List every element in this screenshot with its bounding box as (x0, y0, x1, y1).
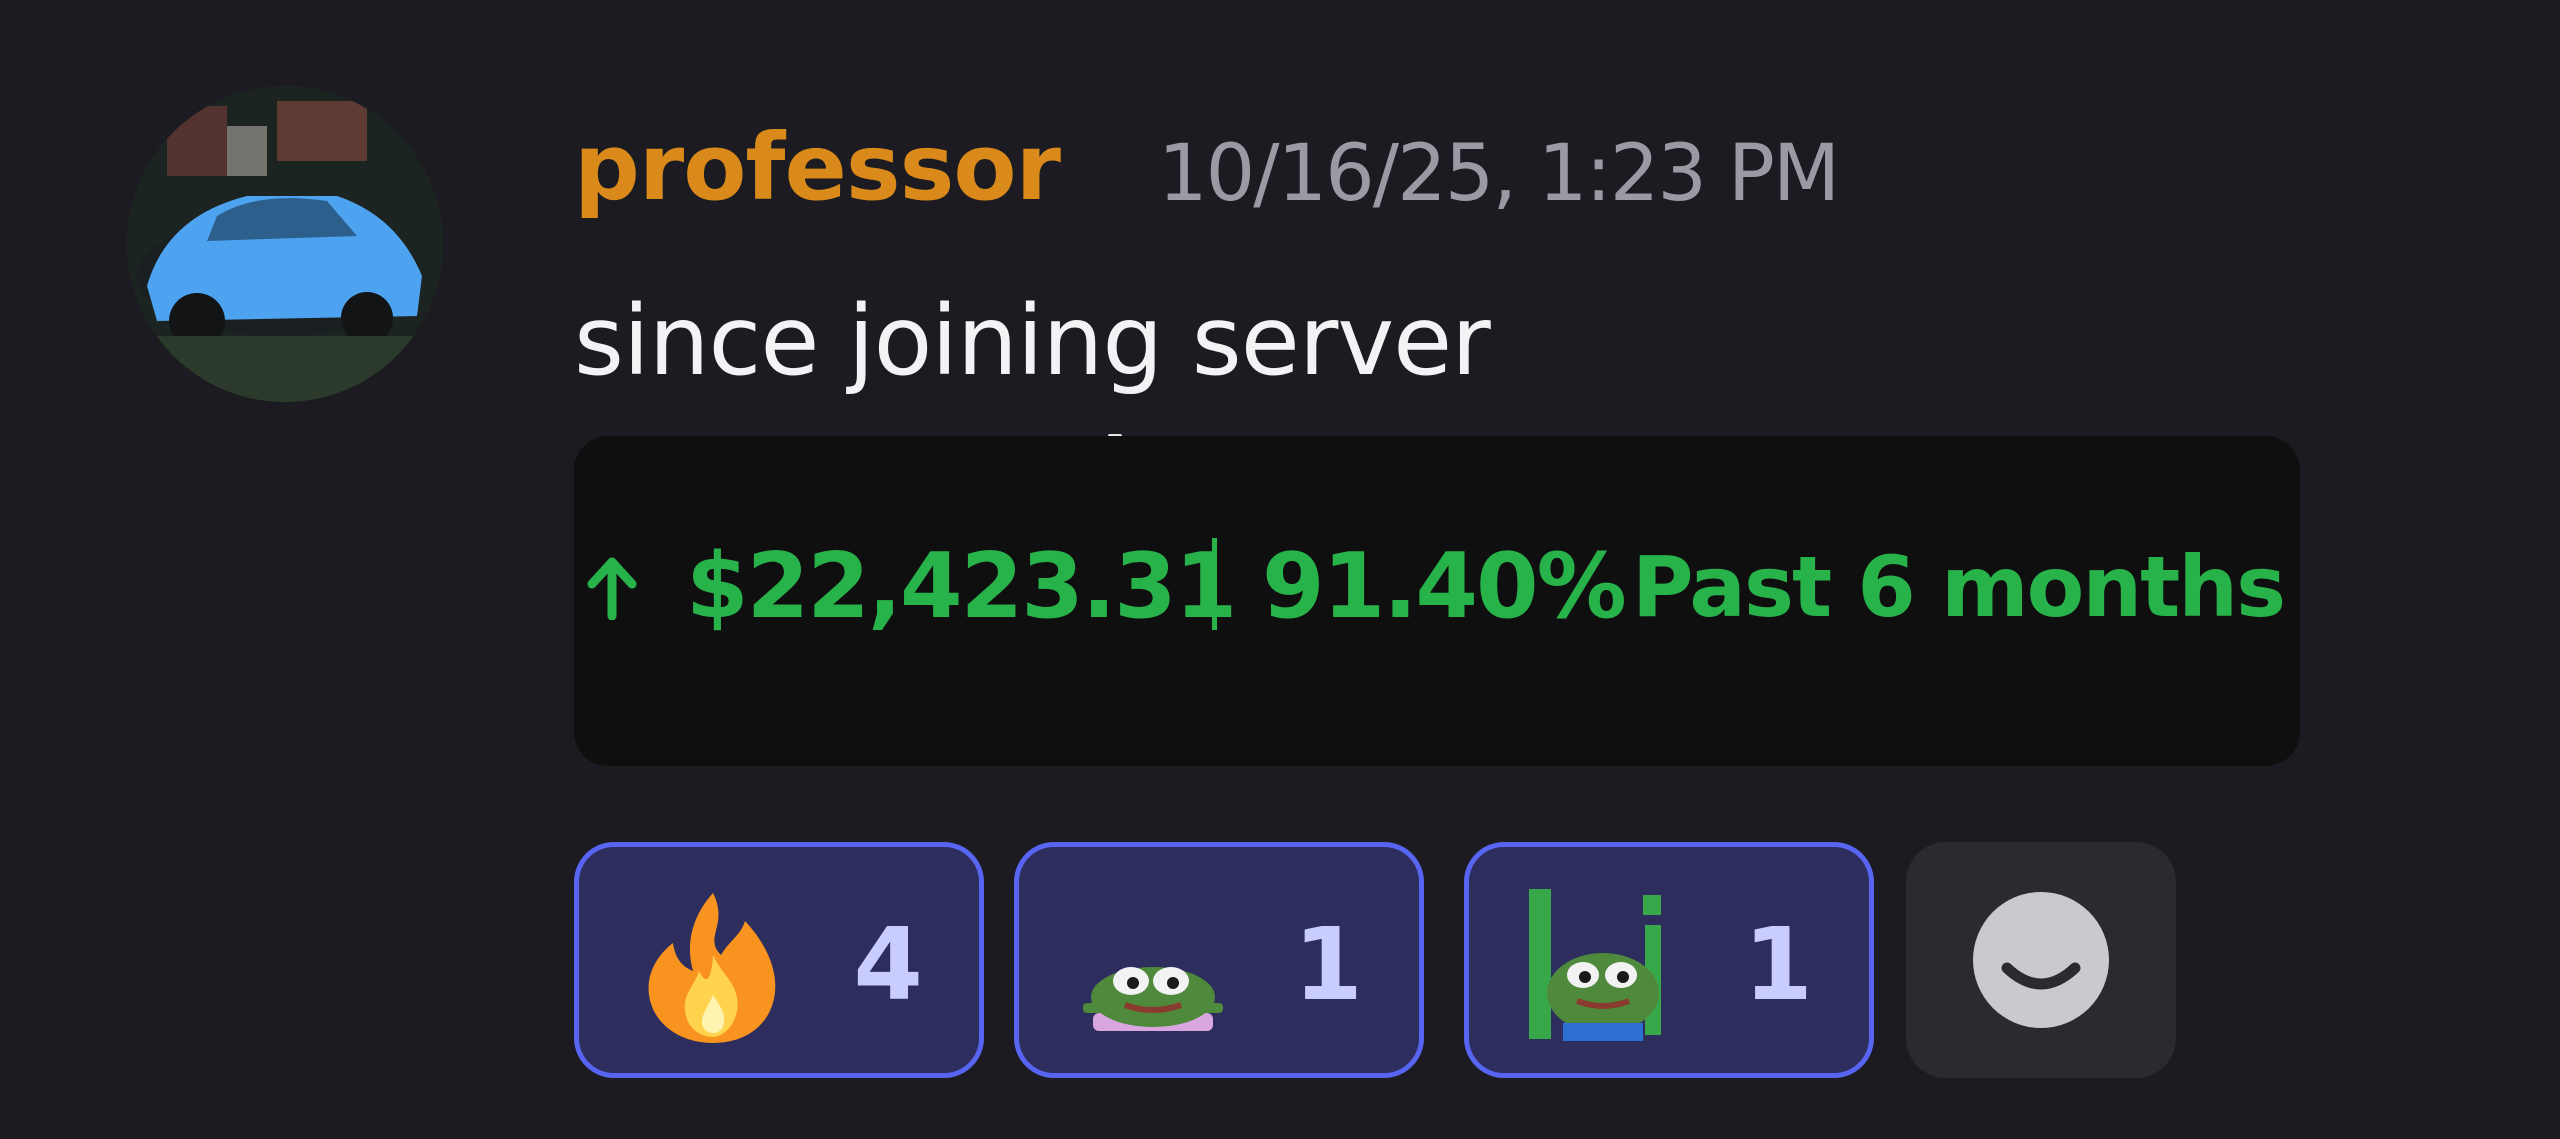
gain-percent: 91.40% (1262, 534, 1627, 639)
add-reaction-button[interactable] (1906, 842, 2176, 1078)
chat-message: professor 10/16/25, 1:23 PM since joinin… (0, 0, 2560, 1139)
portfolio-embed: $22,423.31 91.40% Past 6 months (574, 436, 2300, 766)
avatar[interactable] (127, 86, 443, 402)
reaction-bar: 4 1 1 (574, 842, 2194, 1078)
pepe-frog-sign-emoji-icon (1529, 889, 1661, 1041)
arrow-up-icon (587, 557, 637, 620)
avatar-image (127, 86, 443, 402)
reaction-count: 4 (853, 906, 923, 1023)
gain-amount: $22,423.31 (686, 534, 1237, 639)
message-timestamp: 10/16/25, 1:23 PM (1158, 129, 1840, 219)
pepe-frog-emoji-icon (1083, 967, 1223, 1031)
reaction-count: 1 (1743, 906, 1813, 1023)
time-period: Past 6 months (1632, 538, 2286, 636)
message-body: since joining server (574, 285, 1491, 397)
portfolio-gain-row: $22,423.31 91.40% Past 6 months (574, 532, 2300, 642)
author-name[interactable]: professor (574, 108, 1061, 228)
fire-emoji-icon (648, 893, 776, 1043)
reaction-count: 1 (1293, 906, 1363, 1023)
reaction-pepe-sign[interactable]: 1 (1464, 842, 1874, 1078)
reaction-fire[interactable]: 4 (574, 842, 984, 1078)
divider (1212, 538, 1217, 630)
reaction-pepe[interactable]: 1 (1014, 842, 1424, 1078)
smiley-face-icon (1973, 892, 2109, 1028)
